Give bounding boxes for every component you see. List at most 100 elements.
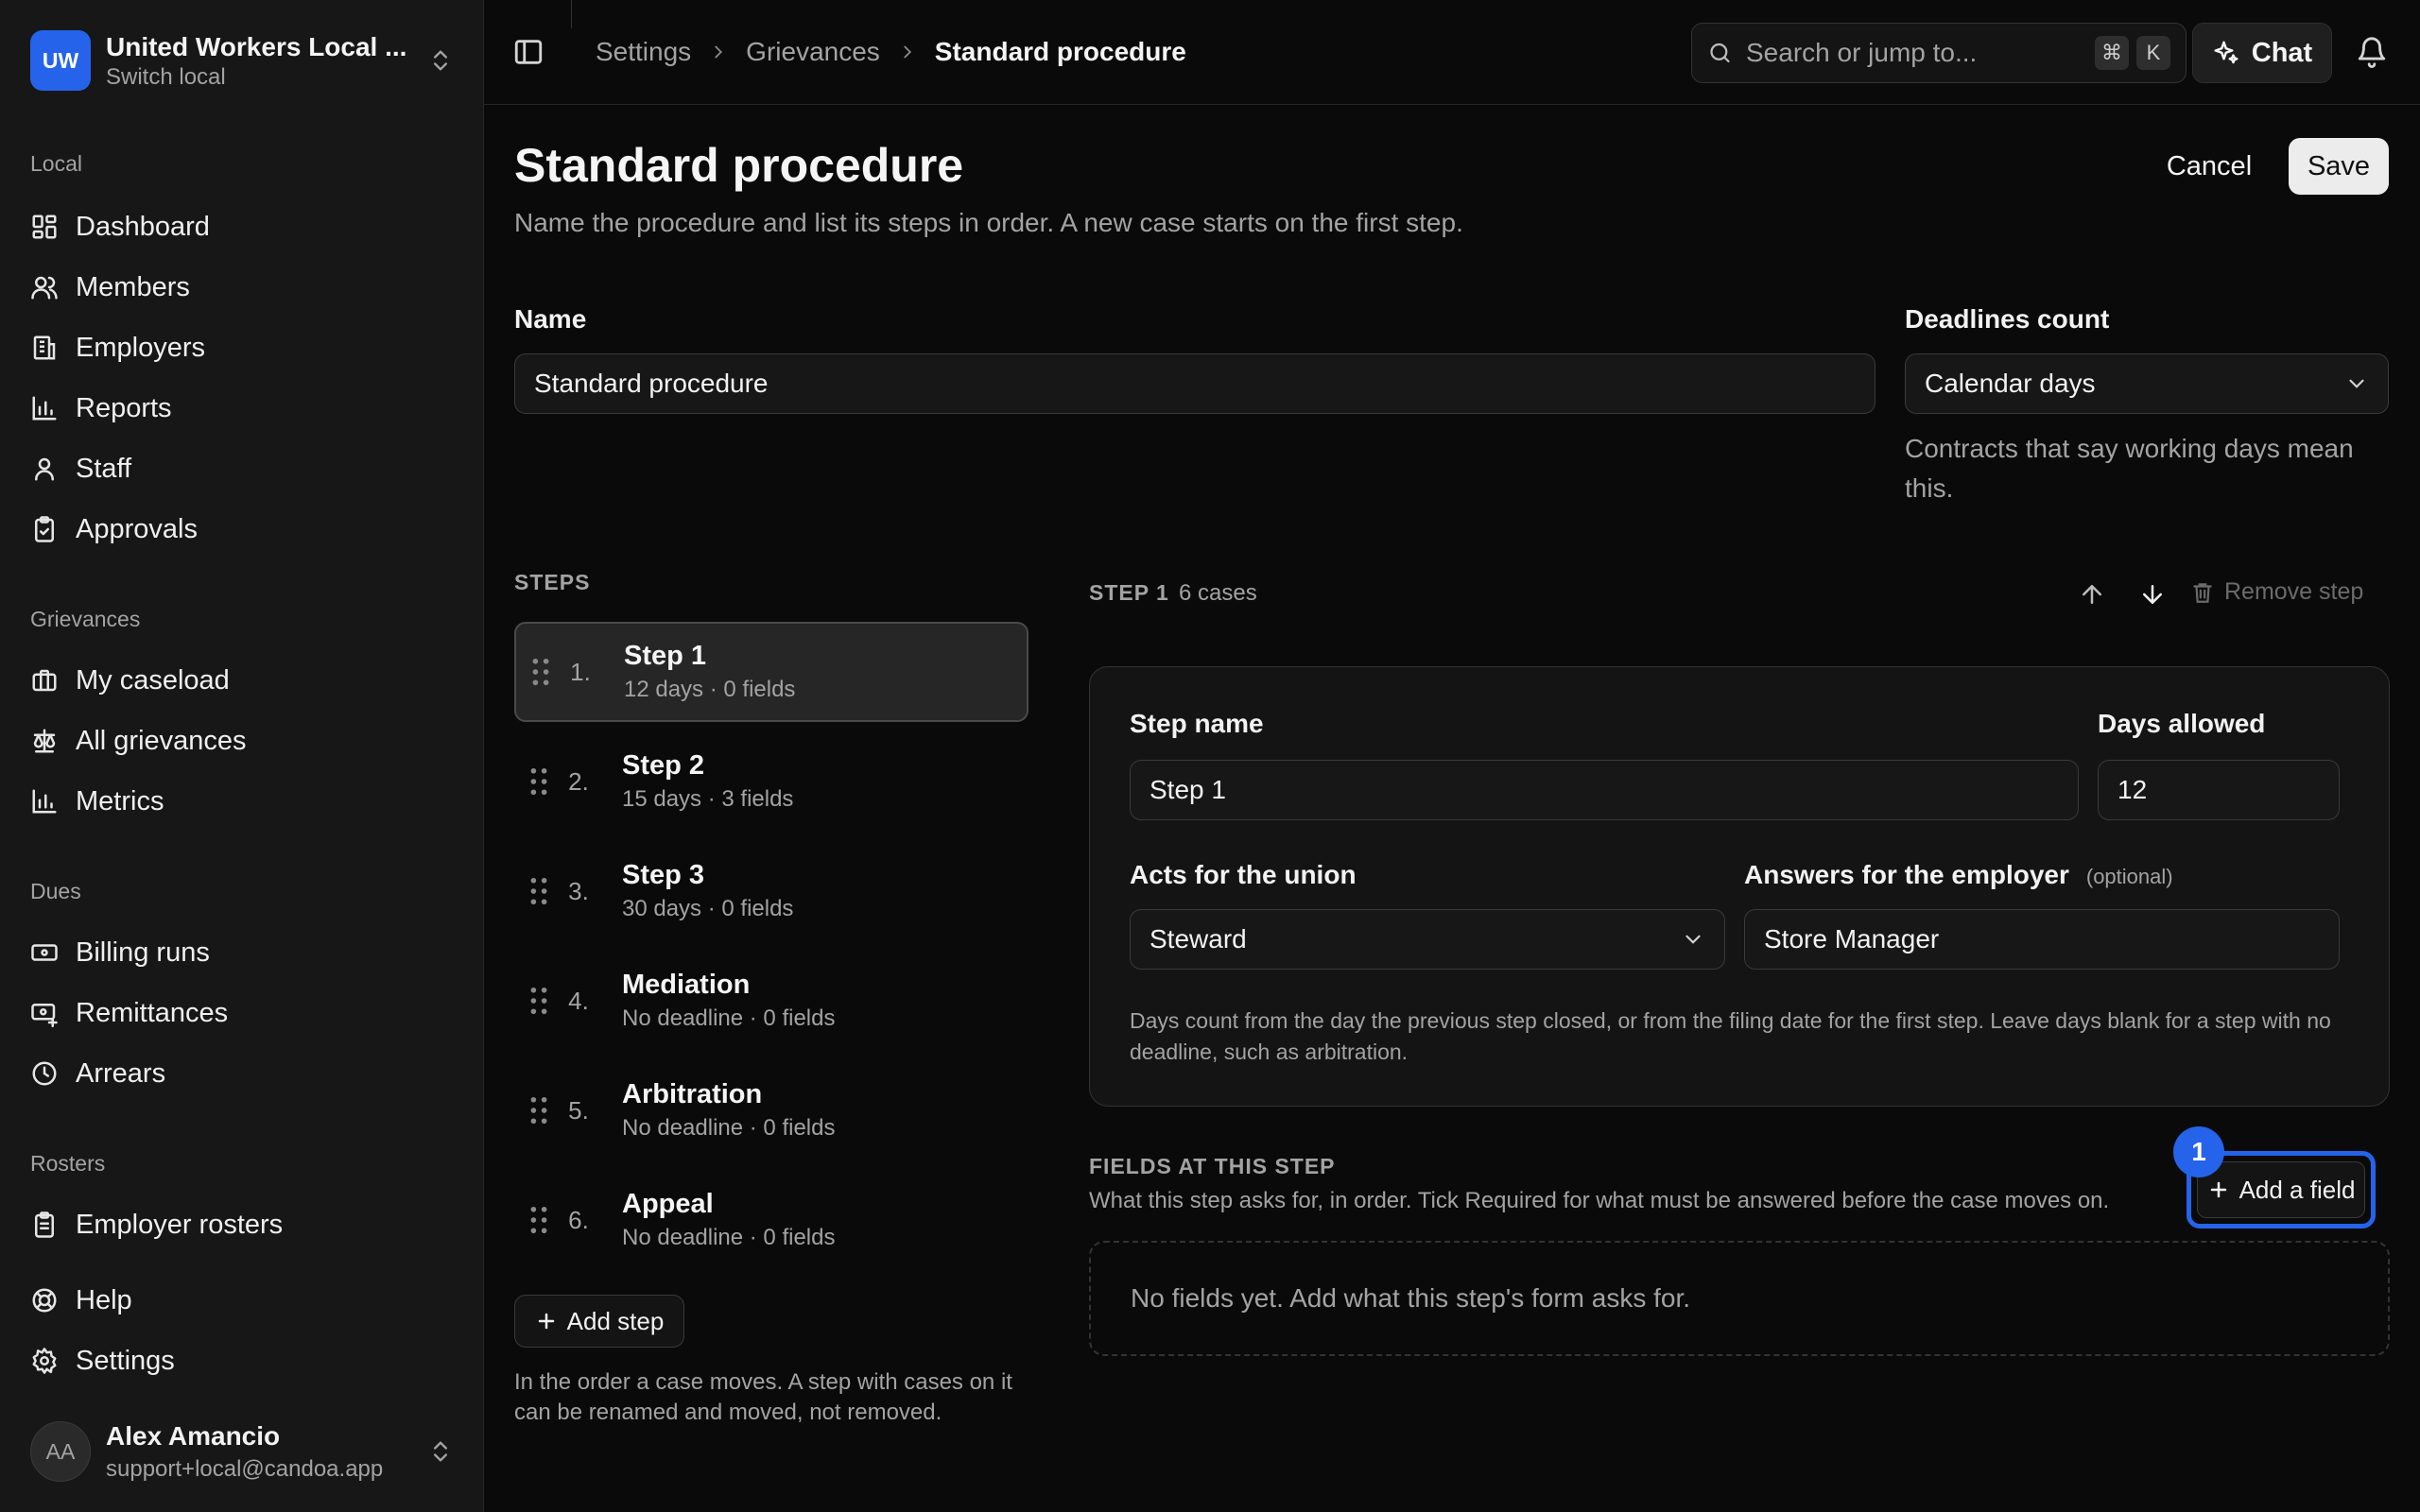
step-name: Step 1 [624, 641, 707, 672]
chevron-down-icon [2349, 379, 2364, 388]
deadlines-label: Deadlines count [1905, 304, 2110, 334]
step-list-item[interactable]: 5. Arbitration No deadline · 0 fields [514, 1060, 1028, 1160]
drag-handle-icon[interactable] [529, 1096, 548, 1125]
remove-step-label: Remove step [2224, 578, 2364, 605]
user-menu[interactable]: AA Alex Amancio support+local@candoa.app [30, 1418, 454, 1486]
add-field-button[interactable]: Add a field [2197, 1161, 2365, 1218]
nav-item-members[interactable]: Members [30, 261, 454, 314]
drag-handle-icon[interactable] [531, 658, 550, 686]
add-step-button[interactable]: Add step [514, 1295, 684, 1348]
step-number: 2. [568, 766, 589, 796]
nav-section-rosters: Rosters [30, 1151, 106, 1176]
trash-icon [2193, 582, 2212, 603]
nav-item-metrics[interactable]: Metrics [30, 775, 454, 828]
nav-item-employer-rosters[interactable]: Employer rosters [30, 1198, 454, 1251]
procedure-name-input[interactable]: Standard procedure [514, 353, 1876, 414]
chevrons-up-down-icon [434, 50, 447, 71]
breadcrumb-current: Standard procedure [934, 37, 1186, 66]
step-list-item[interactable]: 4. Mediation No deadline · 0 fields [514, 951, 1028, 1051]
employer-role-label: Answers for the employer (optional) [1744, 860, 2173, 890]
nav-section-local: Local [30, 151, 82, 176]
members-icon [31, 276, 58, 300]
sidebar: UW United Workers Local ... Switch local… [0, 0, 484, 1512]
step-number: 4. [568, 986, 589, 1015]
banknote-icon [31, 944, 58, 961]
chevron-right-icon [715, 45, 723, 59]
drag-handle-icon[interactable] [529, 1206, 548, 1234]
union-role-select[interactable]: Steward [1130, 909, 1725, 970]
org-avatar: UW [30, 30, 91, 91]
help-icon [32, 1288, 57, 1313]
sparkles-icon [2214, 41, 2238, 64]
deadlines-value: Calendar days [1925, 369, 2096, 398]
cancel-button[interactable]: Cancel [2150, 138, 2269, 195]
nav-item-reports[interactable]: Reports [30, 382, 454, 435]
search-box[interactable]: ⌘ K [1691, 23, 2187, 83]
optional-tag: (optional) [2085, 865, 2173, 888]
days-allowed-label: Days allowed [2098, 709, 2266, 738]
step-name-input[interactable]: Step 1 [1130, 760, 2079, 820]
drag-handle-icon[interactable] [529, 987, 548, 1015]
building-icon [33, 335, 56, 360]
nav-item-approvals[interactable]: Approvals [30, 503, 454, 556]
drag-handle-icon[interactable] [529, 767, 548, 796]
avatar: AA [30, 1421, 91, 1482]
nav-item-settings[interactable]: Settings [30, 1334, 454, 1387]
arrow-down-icon[interactable] [2138, 580, 2167, 609]
deadlines-help: Contracts that say working days mean thi… [1905, 434, 2354, 503]
nav-label: Approvals [76, 513, 198, 544]
step-list-item[interactable]: 2. Step 2 15 days · 3 fields [514, 731, 1028, 832]
page-title: Standard procedure [514, 139, 964, 192]
remittance-icon [31, 1004, 58, 1027]
clipboard-check-icon [35, 516, 54, 542]
nav-item-billing-runs[interactable]: Billing runs [30, 926, 454, 979]
step-number: 5. [568, 1095, 589, 1125]
employer-role-input[interactable]: Store Manager [1744, 909, 2340, 970]
arrow-up-icon[interactable] [2078, 580, 2106, 609]
step-list-item[interactable]: 6. Appeal No deadline · 0 fields [514, 1170, 1028, 1270]
clipboard-list-icon [35, 1211, 54, 1238]
org-name: United Workers Local ... [106, 31, 407, 61]
breadcrumb-settings[interactable]: Settings [596, 37, 691, 67]
step-list-item[interactable]: 3. Step 3 30 days · 0 fields [514, 841, 1028, 941]
breadcrumb: Settings Grievances Standard procedure [596, 32, 1186, 72]
nav-item-dashboard[interactable]: Dashboard [30, 200, 454, 253]
user-name: Alex Amancio [106, 1421, 281, 1452]
steps-note: In the order a case moves. A step with c… [514, 1369, 1012, 1426]
days-allowed-input[interactable]: 12 [2098, 760, 2340, 820]
step-name: Step 3 [622, 860, 705, 891]
shortcut-key-k: K [2136, 36, 2170, 70]
union-role-value: Steward [1150, 924, 1247, 954]
chevron-down-icon [1685, 935, 1701, 944]
briefcase-icon [32, 669, 57, 692]
search-input[interactable] [1746, 38, 2087, 68]
breadcrumb-grievances[interactable]: Grievances [746, 37, 880, 67]
bell-icon[interactable] [2356, 36, 2388, 68]
nav-label: Billing runs [76, 936, 210, 968]
nav-item-all-grievances[interactable]: All grievances [30, 714, 454, 767]
nav-item-employers[interactable]: Employers [30, 321, 454, 374]
save-button[interactable]: Save [2289, 138, 2389, 195]
step-list-item[interactable]: 1. Step 1 12 days · 0 fields [514, 622, 1028, 722]
nav-item-arrears[interactable]: Arrears [30, 1047, 454, 1100]
nav-item-my-caseload[interactable]: My caseload [30, 654, 454, 707]
divider [571, 0, 572, 28]
nav-label: Dashboard [76, 211, 210, 242]
remove-step-button[interactable]: Remove step [2190, 578, 2363, 606]
drag-handle-icon[interactable] [529, 877, 548, 905]
step-case-count: 6 cases [1179, 580, 1257, 606]
nav-label: Staff [76, 453, 132, 484]
clock-icon [32, 1061, 57, 1086]
sidebar-toggle-icon[interactable] [512, 36, 544, 68]
step-meta: No deadline · 0 fields [622, 1005, 836, 1032]
chat-button[interactable]: Chat [2192, 23, 2332, 83]
nav-item-remittances[interactable]: Remittances [30, 987, 454, 1040]
org-switcher[interactable]: UW United Workers Local ... Switch local [30, 27, 454, 94]
nav-label: Employers [76, 332, 205, 363]
nav-item-staff[interactable]: Staff [30, 442, 454, 495]
page-subtitle: Name the procedure and list its steps in… [514, 208, 1463, 237]
nav-item-help[interactable]: Help [30, 1274, 454, 1327]
steps-section-label: STEPS [514, 570, 591, 594]
deadlines-select[interactable]: Calendar days [1905, 353, 2389, 414]
nav-label: Arrears [76, 1057, 166, 1089]
